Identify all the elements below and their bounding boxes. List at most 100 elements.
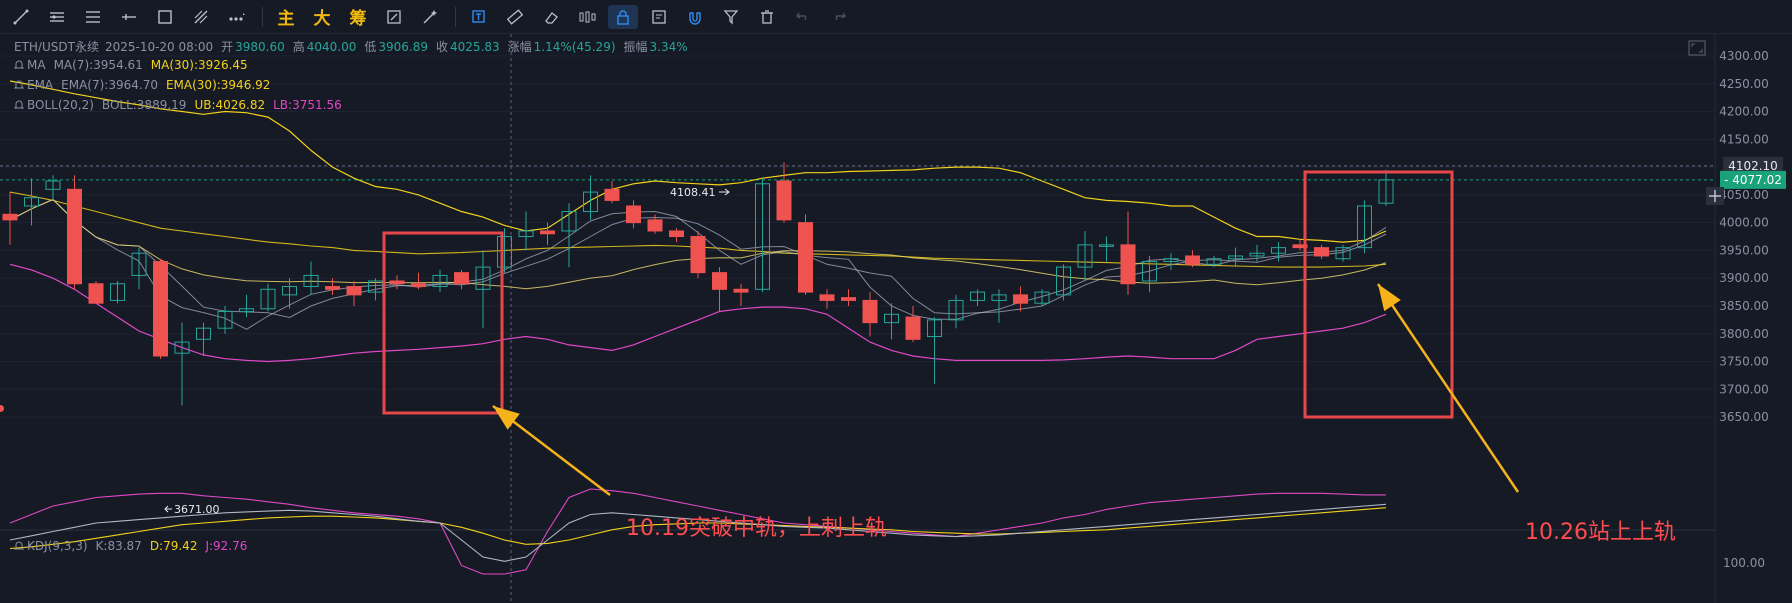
candle-body [712,272,727,290]
candle-body [1120,244,1136,285]
bell-icon[interactable] [14,60,24,70]
candle-body [325,286,340,290]
candle-body [389,280,405,285]
ma-legend[interactable]: MA MA(7):3954.61 MA(30):3926.45 [14,58,256,72]
candle-body [153,261,168,357]
lock-icon[interactable] [608,4,638,29]
candle-body [841,297,856,301]
boll-lb-value: LB:3751.56 [273,98,342,112]
bell-icon[interactable] [14,541,24,551]
high-value: 4040.00 [306,39,357,54]
low-value: 3906.89 [378,39,429,54]
candle-body [67,188,82,285]
fib-tool-icon[interactable] [186,5,216,29]
large-order-button[interactable]: 大 [307,5,337,29]
amp-label: 振幅 [623,40,648,54]
horizontal-lines-icon[interactable] [42,5,72,29]
trading-chart-app: 主 大 筹 10.19突破中轨，上刺上轨 10.26站上上轨 4108.41 3671… [0,0,1792,603]
boll-mid-value: BOLL:3889.19 [101,98,187,112]
low-price-marker: 3671.00 [174,503,220,516]
chip-distribution-button[interactable]: 筹 [343,5,373,29]
drawing-toolbar: 主 大 筹 [0,0,1792,34]
magnet-icon[interactable] [680,5,710,29]
arrow-1-head [493,406,520,430]
price-axis-label: 4200.00 [1719,105,1769,119]
low-label: 低 [364,40,377,54]
toolbar-divider [262,6,263,27]
price-axis-label: 4000.00 [1719,216,1769,230]
candle-body [819,294,835,301]
pattern-icon[interactable] [572,5,602,29]
price-axis-label: 3650.00 [1719,410,1769,424]
ruler-icon[interactable] [500,5,530,29]
candle-body [346,286,362,296]
price-axis-label: 4150.00 [1719,132,1769,146]
ema30-value: EMA(30):3946.92 [165,78,271,92]
magic-icon[interactable] [415,5,445,29]
candle-body [733,288,749,293]
candle-body [905,316,921,340]
highlight-box-1 [382,231,504,415]
last-price-label: - 4077.02 [1724,173,1782,187]
arrow-2 [1376,283,1520,493]
boll-lower-line [9,263,1387,363]
filter-icon[interactable] [716,5,746,29]
close-label: 收 [436,40,449,54]
kdj-k-value: K:83.87 [95,539,142,553]
ma30-value: MA(30):3926.45 [150,58,248,72]
chart-area[interactable]: 10.19突破中轨，上刺上轨 10.26站上上轨 4108.41 3671.00 43… [0,34,1792,603]
highlight-box-2 [1303,170,1454,419]
main-indicator-button[interactable]: 主 [271,5,301,29]
change-value: 1.14%(45.29) [533,39,616,54]
price-axis-label: 3800.00 [1719,327,1769,341]
candle-body [604,188,620,201]
ema-legend[interactable]: EMA EMA(7):3964.70 EMA(30):3946.92 [14,78,278,92]
trash-icon[interactable] [752,5,782,29]
candle-body [798,222,813,293]
fullscreen-icon[interactable] [1688,40,1706,56]
candle-body [2,213,18,221]
more-tools-icon[interactable] [222,5,252,29]
toolbar-divider [455,6,456,27]
kdj-axis-label: 100.00 [1723,556,1765,570]
boll-legend[interactable]: BOLL(20,2) BOLL:3889.19 UB:4026.82 LB:37… [14,98,350,112]
candle-body [669,230,684,238]
trend-line-icon[interactable] [6,5,36,29]
bell-icon[interactable] [14,100,24,110]
arrow-2-head [1378,284,1401,312]
note-icon[interactable] [644,5,674,29]
undo-icon[interactable] [788,5,818,29]
candle-body [1314,247,1329,257]
high-marker-arrow-icon [719,188,730,196]
low-marker-arrow-icon [164,505,172,513]
rectangle-icon[interactable] [150,5,180,29]
candle-body [647,219,663,232]
amp-value: 3.34% [649,39,688,54]
price-axis-label: 3900.00 [1719,271,1769,285]
price-axis-label: 3700.00 [1719,382,1769,396]
kdj-d-value: D:79.42 [149,539,198,553]
parallel-channel-icon[interactable] [78,5,108,29]
symbol-label[interactable]: ETH/USDT永续 [14,38,99,55]
candle-body [1185,255,1200,265]
candlestick-chart[interactable]: 10.19突破中轨，上刺上轨 10.26站上上轨 4108.41 3671.00 43… [0,34,1792,603]
kdj-legend[interactable]: KDJ(9,3,3) K:83.87 D:79.42 J:92.76 [14,539,255,553]
text-tool-icon[interactable] [464,5,494,29]
horizontal-ray-icon[interactable] [114,5,144,29]
change-label: 涨幅 [507,40,532,54]
eraser-icon[interactable] [536,5,566,29]
bell-icon[interactable] [14,80,24,90]
ema-name: EMA [27,78,54,92]
ma7-value: MA(7):3954.61 [53,58,143,72]
ema7-value: EMA(7):3964.70 [61,78,158,92]
edit-icon[interactable] [379,5,409,29]
boll-name: BOLL(20,2) [27,98,94,112]
price-axis-label: 3950.00 [1719,243,1769,257]
ma-name: MA [27,58,46,72]
crosshair-add-icon[interactable] [1706,187,1724,205]
open-value: 3980.60 [235,39,285,54]
redo-icon[interactable] [824,5,854,29]
price-axis-label: 4050.00 [1719,188,1769,202]
candle-body [454,272,469,285]
annotation-note-2: 10.26站上上轨 [1525,520,1676,545]
